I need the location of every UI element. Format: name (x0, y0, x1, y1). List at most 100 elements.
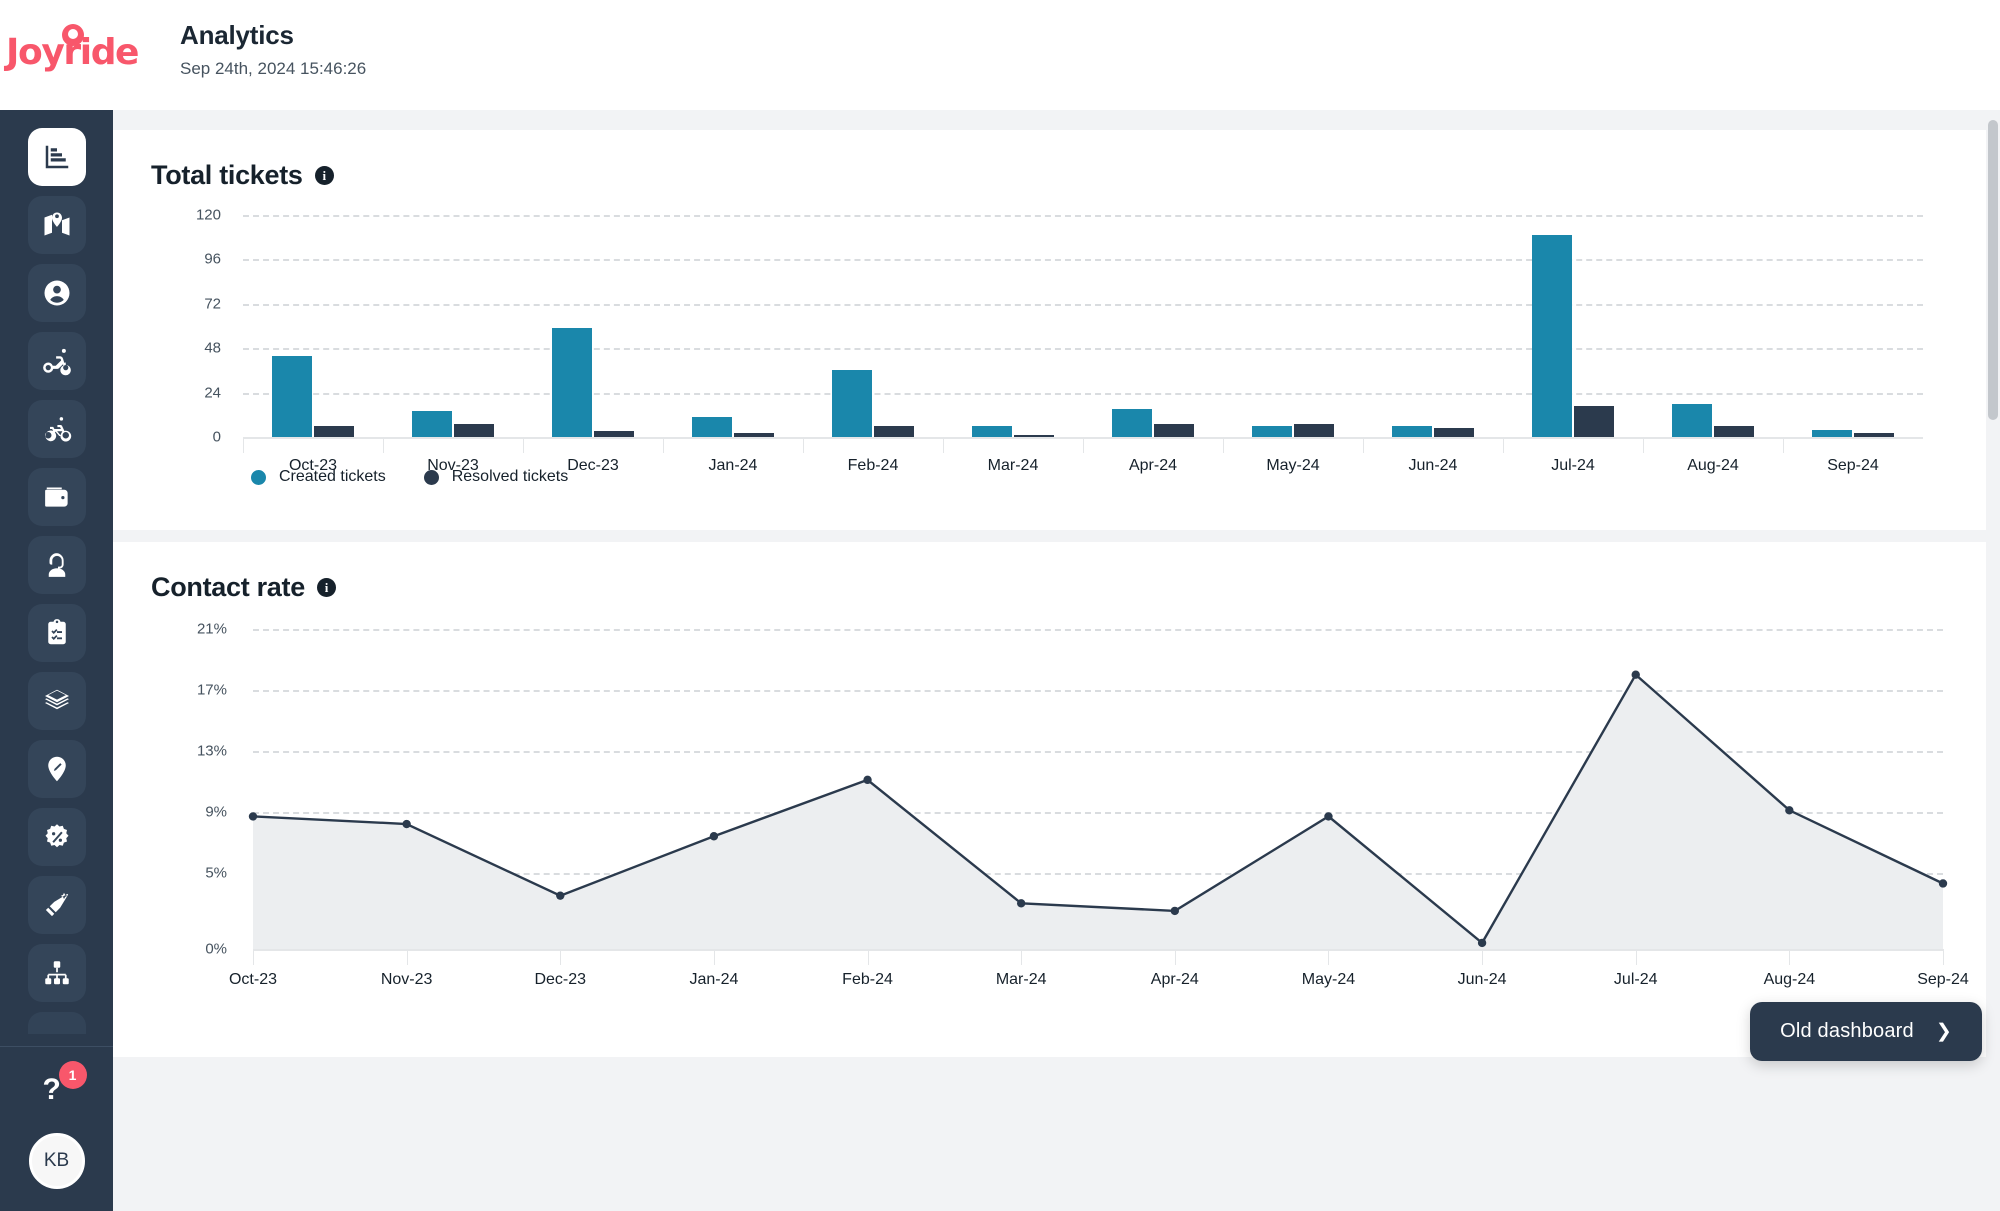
data-point[interactable] (1477, 938, 1487, 948)
x-axis-separator (1021, 949, 1023, 965)
data-point[interactable] (1324, 812, 1333, 821)
sidebar-item-promotions[interactable] (27, 808, 86, 866)
bar-created[interactable] (1112, 409, 1152, 437)
analytics-dashboard: Joyride Analytics Sep 24th, 2024 15:46:2… (0, 0, 2000, 1211)
data-point[interactable] (709, 832, 719, 841)
bar-resolved[interactable] (734, 433, 774, 437)
bar-resolved[interactable] (454, 424, 494, 437)
x-axis-tick-label: Jun-24 (1457, 971, 1507, 988)
sidebar-item-fleets[interactable] (27, 672, 86, 730)
x-axis-tick-label: Mar-24 (987, 457, 1039, 474)
x-axis-separator (867, 949, 869, 965)
bar-resolved[interactable] (1014, 435, 1054, 437)
logo-wordmark: Joyride (6, 32, 139, 73)
bar-created[interactable] (1812, 429, 1852, 437)
main-scrollbar-thumb[interactable] (1988, 120, 1998, 420)
x-axis-separator (1223, 437, 1224, 453)
bar-resolved[interactable] (1854, 433, 1894, 437)
gridline (243, 392, 1923, 395)
wallet-icon (44, 487, 68, 507)
data-point[interactable] (1785, 806, 1794, 815)
layers-icon (44, 689, 69, 710)
bar-created[interactable] (692, 416, 732, 437)
sidebar-item-analytics[interactable] (27, 128, 86, 186)
old-dashboard-button[interactable]: Old dashboard ❯ (1750, 1002, 1982, 1061)
bar-resolved[interactable] (874, 425, 914, 437)
data-point[interactable] (556, 891, 565, 900)
sidebar: ? 1 KB (0, 110, 113, 1211)
sidebar-item-zones[interactable] (27, 740, 86, 798)
bar-resolved[interactable] (1714, 425, 1754, 437)
x-axis-separator (1174, 949, 1176, 965)
bar-resolved[interactable] (314, 425, 354, 437)
data-point[interactable] (248, 812, 258, 821)
joyride-logo[interactable]: Joyride (6, 24, 139, 78)
sidebar-item-tasks[interactable] (27, 604, 86, 662)
info-icon[interactable]: i (316, 578, 336, 597)
help-badge: 1 (58, 1061, 87, 1089)
x-axis-separator (253, 949, 254, 965)
x-axis-separator (1789, 949, 1791, 965)
x-axis-separator (663, 437, 664, 453)
x-axis-tick-label: Mar-24 (995, 971, 1047, 988)
data-point[interactable] (402, 819, 411, 829)
x-axis-tick-label: Nov-23 (380, 971, 433, 988)
x-axis-separator (383, 437, 384, 453)
data-point[interactable] (1016, 899, 1026, 908)
sidebar-item-overflow[interactable] (27, 1012, 86, 1034)
bar-created[interactable] (552, 327, 592, 437)
bar-resolved[interactable] (1434, 427, 1474, 437)
legend-item[interactable]: Created tickets (251, 468, 386, 486)
sidebar-item-support[interactable] (27, 536, 86, 594)
bar-created[interactable] (1672, 403, 1712, 437)
content-top-gap (113, 110, 2000, 130)
megaphone-icon (45, 892, 68, 917)
total-tickets-card: Total tickets i 0 24 48 72 96 120 Oct-23 Nov-23… (113, 130, 2000, 530)
data-point[interactable] (1938, 879, 1948, 888)
bar-created[interactable] (412, 411, 452, 437)
bar-created[interactable] (832, 370, 872, 437)
x-axis-separator (1503, 437, 1504, 453)
avatar[interactable]: KB (28, 1133, 85, 1189)
sidebar-item-payments[interactable] (27, 468, 86, 526)
bar-created[interactable] (1252, 425, 1292, 437)
x-axis-separator (560, 949, 562, 965)
bar-created[interactable] (272, 355, 312, 437)
gridline (243, 259, 1923, 262)
bar-resolved[interactable] (1154, 424, 1194, 437)
bar-created[interactable] (1392, 425, 1432, 437)
sidebar-item-campaigns[interactable] (27, 876, 86, 934)
info-icon[interactable]: i (314, 166, 334, 185)
data-point[interactable] (863, 775, 872, 785)
gridline (243, 303, 1923, 306)
sidebar-item-scooters[interactable] (27, 332, 86, 390)
sidebar-item-users[interactable] (27, 264, 86, 322)
sidebar-item-organization[interactable] (27, 944, 86, 1002)
x-axis-separator (1943, 949, 1944, 965)
legend-item[interactable]: Resolved tickets (423, 468, 568, 486)
main-content: Total tickets i 0 24 48 72 96 120 Oct-23 Nov-23… (113, 110, 2000, 1211)
bar-created[interactable] (1532, 235, 1572, 437)
x-axis-tick-label: Aug-24 (1763, 971, 1816, 988)
x-axis-tick-label: Jan-24 (689, 971, 739, 988)
x-axis-separator (406, 949, 408, 965)
x-axis-separator (803, 437, 804, 453)
x-axis-separator (1643, 437, 1644, 453)
legend-label: Created tickets (279, 468, 386, 485)
page-section-title: Total tickets (151, 160, 303, 190)
contact-rate-area-plot (248, 670, 1948, 949)
x-axis-tick-label: Sep-24 (1917, 971, 1969, 988)
data-point[interactable] (1170, 906, 1180, 916)
bar-resolved[interactable] (594, 431, 634, 437)
x-axis-separator (523, 437, 524, 453)
x-axis-tick-label: Sep-24 (1827, 457, 1879, 474)
bar-created[interactable] (972, 425, 1012, 437)
x-axis-separator (1328, 949, 1330, 965)
sidebar-item-bikes[interactable] (27, 400, 86, 458)
data-point[interactable] (1631, 670, 1640, 679)
bar-resolved[interactable] (1294, 424, 1334, 437)
help-button[interactable]: ? 1 (35, 1061, 87, 1115)
sidebar-nav (27, 128, 86, 1034)
sidebar-item-map[interactable] (27, 196, 86, 254)
bar-resolved[interactable] (1574, 405, 1614, 437)
